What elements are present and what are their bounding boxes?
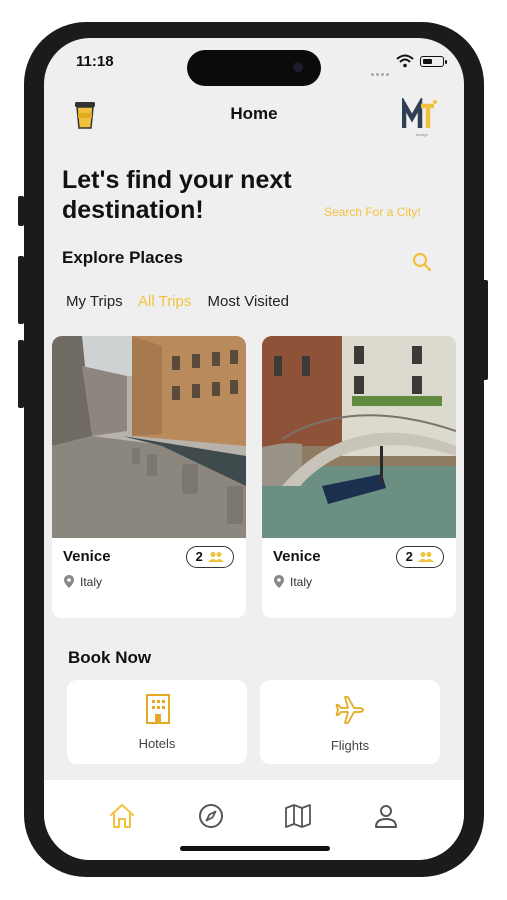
- home-indicator[interactable]: [180, 846, 330, 851]
- search-city-link[interactable]: Search For a City!: [324, 205, 421, 219]
- people-count: 2: [405, 549, 413, 564]
- book-now-heading: Book Now: [68, 648, 152, 667]
- venice-canal-photo: [262, 336, 456, 538]
- location-pin-icon: [274, 575, 284, 588]
- app-screen: 11:18 Home design Let's find your next d…: [44, 38, 464, 860]
- flights-button[interactable]: Flights: [260, 680, 440, 764]
- tab-my-trips[interactable]: My Trips: [66, 293, 123, 310]
- card-title: Venice: [63, 548, 111, 565]
- map-icon[interactable]: [284, 802, 312, 830]
- brand-logo[interactable]: design: [402, 98, 438, 138]
- people-icon: [208, 552, 225, 562]
- people-count: 2: [195, 549, 203, 564]
- explore-places-heading: Explore Places: [62, 248, 183, 267]
- people-badge: 2: [186, 546, 234, 568]
- card-country: Italy: [290, 575, 313, 589]
- trip-tabs: My Trips All Trips Most Visited: [66, 293, 301, 310]
- people-badge: 2: [396, 546, 444, 568]
- search-icon[interactable]: [412, 252, 432, 272]
- compass-icon[interactable]: [197, 802, 225, 830]
- plane-icon: [335, 696, 364, 724]
- card-location: Italy: [274, 575, 312, 589]
- destination-card[interactable]: Venice 2 Italy: [262, 336, 456, 618]
- hero-line-2: destination!: [62, 196, 204, 224]
- page-title: Home: [230, 104, 278, 123]
- logo-subtext: design: [416, 132, 428, 137]
- wifi-icon: [396, 54, 414, 68]
- tab-all-trips[interactable]: All Trips: [138, 293, 191, 310]
- dynamic-island: [187, 50, 321, 86]
- status-bar: 11:18: [44, 38, 464, 94]
- card-title: Venice: [273, 548, 321, 565]
- venice-street-photo: [52, 336, 246, 538]
- hero-line-1: Let's find your next: [62, 166, 292, 194]
- card-country: Italy: [80, 575, 103, 589]
- card-location: Italy: [64, 575, 102, 589]
- flights-label: Flights: [330, 738, 370, 753]
- home-icon[interactable]: [108, 802, 136, 830]
- location-pin-icon: [64, 575, 74, 588]
- hotels-button[interactable]: Hotels: [67, 680, 247, 764]
- hero-headline: Let's find your next destination!: [62, 165, 292, 225]
- people-icon: [418, 552, 435, 562]
- tab-most-visited[interactable]: Most Visited: [208, 293, 289, 310]
- battery-icon: [420, 56, 447, 67]
- status-time: 11:18: [76, 53, 114, 70]
- profile-icon[interactable]: [372, 802, 400, 830]
- destination-card[interactable]: Venice 2 Italy: [52, 336, 246, 618]
- hotels-label: Hotels: [138, 736, 176, 751]
- hotel-icon: [146, 694, 170, 724]
- signal-icon: [371, 63, 395, 76]
